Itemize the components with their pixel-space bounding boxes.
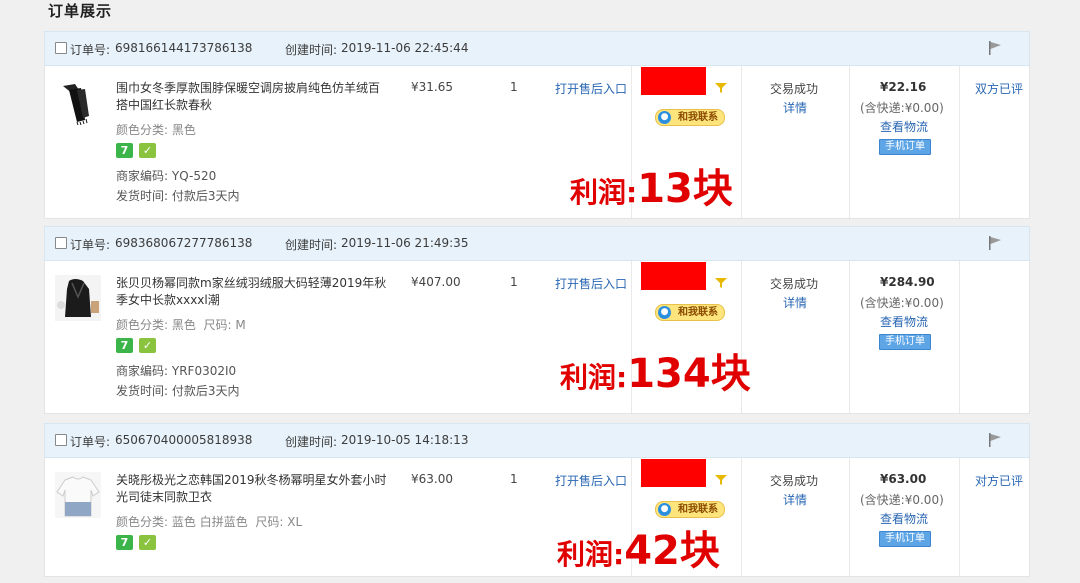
- seven-day-return-icon: 7: [116, 338, 133, 353]
- created-time-label: 创建时间:: [285, 43, 338, 57]
- order-number: 698368067277786138: [115, 236, 253, 250]
- quantity: 1: [510, 275, 518, 289]
- shipping-fee: (含快递:¥0.00): [860, 296, 944, 310]
- order-body: 关晓彤极光之恋韩国2019秋冬杨幂明星女外套小时光司徒末同款卫衣 颜色分类: 蓝…: [44, 458, 1030, 577]
- color-class: 颜色分类: 黑色 尺码: M: [116, 318, 246, 332]
- down-jacket-thumbnail[interactable]: [55, 275, 101, 321]
- guarantee-icon: ✓: [139, 338, 156, 353]
- after-sale-link[interactable]: 打开售后入口: [555, 80, 627, 97]
- merchant-code: 商家编码: YRF0302I0: [116, 364, 237, 378]
- order-header: 订单号: 650670400005818938 创建时间: 2019-10-05…: [44, 423, 1030, 458]
- after-sale-link[interactable]: 打开售后入口: [555, 472, 627, 489]
- ship-time: 发货时间: 付款后3天内: [116, 189, 240, 203]
- view-logistics-link[interactable]: 查看物流: [880, 313, 928, 330]
- mobile-order-button[interactable]: 手机订单: [879, 334, 931, 350]
- color-class: 颜色分类: 蓝色 白拼蓝色 尺码: XL: [116, 515, 303, 529]
- trade-status: 交易成功: [770, 82, 819, 96]
- detail-link[interactable]: 详情: [783, 99, 807, 116]
- redacted-box: [641, 262, 706, 290]
- profit-value: 42块: [624, 528, 720, 574]
- ship-time: 发货时间: 付款后3天内: [116, 384, 240, 398]
- created-time-label: 创建时间:: [285, 238, 338, 252]
- quantity: 1: [510, 80, 518, 94]
- product-title[interactable]: 围巾女冬季厚款围脖保暖空调房披肩纯色仿羊绒百搭中国红长款春秋: [116, 80, 391, 114]
- unit-price: ¥31.65: [411, 80, 453, 94]
- detail-link[interactable]: 详情: [783, 294, 807, 311]
- chat-icon: ●: [658, 503, 671, 516]
- sweatshirt-thumbnail[interactable]: [55, 472, 101, 518]
- chat-icon: ●: [658, 306, 671, 319]
- profit-label: 利润:: [560, 361, 628, 394]
- page-title: 订单展示: [48, 2, 113, 20]
- product-title[interactable]: 关晓彤极光之恋韩国2019秋冬杨幂明星女外套小时光司徒末同款卫衣: [116, 472, 391, 506]
- unit-price: ¥63.00: [411, 472, 453, 486]
- profit-value: 134块: [627, 351, 751, 397]
- filter-icon[interactable]: [715, 82, 727, 94]
- trade-status: 交易成功: [770, 474, 819, 488]
- unit-price: ¥407.00: [411, 275, 461, 289]
- review-status-link[interactable]: 双方已评: [975, 80, 1023, 97]
- seven-day-return-icon: 7: [116, 143, 133, 158]
- contact-me-button[interactable]: ● 和我联系: [655, 304, 725, 321]
- created-time: 2019-11-06 21:49:35: [341, 236, 469, 250]
- mobile-order-button[interactable]: 手机订单: [879, 139, 931, 155]
- redacted-box: [641, 67, 706, 95]
- color-class: 颜色分类: 黑色: [116, 123, 196, 137]
- quantity: 1: [510, 472, 518, 486]
- chat-icon: ●: [658, 111, 671, 124]
- review-status-link[interactable]: 对方已评: [975, 472, 1023, 489]
- order-number: 698166144173786138: [115, 41, 253, 55]
- order-number: 650670400005818938: [115, 433, 253, 447]
- order-header: 订单号: 698368067277786138 创建时间: 2019-11-06…: [44, 226, 1030, 261]
- shipping-fee: (含快递:¥0.00): [860, 493, 944, 507]
- order-body: 张贝贝杨幂同款m家丝绒羽绒服大码轻薄2019年秋季女中长款xxxxl潮 颜色分类…: [44, 261, 1030, 414]
- order-no-label: 订单号:: [70, 43, 111, 57]
- order-checkbox[interactable]: [55, 237, 67, 249]
- view-logistics-link[interactable]: 查看物流: [880, 118, 928, 135]
- filter-icon[interactable]: [715, 277, 727, 289]
- order-header: 订单号: 698166144173786138 创建时间: 2019-11-06…: [44, 31, 1030, 66]
- detail-link[interactable]: 详情: [783, 491, 807, 508]
- order-card: 订单号: 698368067277786138 创建时间: 2019-11-06…: [44, 226, 1030, 414]
- filter-icon[interactable]: [715, 474, 727, 486]
- contact-me-button[interactable]: ● 和我联系: [655, 109, 725, 126]
- flag-icon[interactable]: [987, 432, 1003, 448]
- order-card: 订单号: 698166144173786138 创建时间: 2019-11-06…: [44, 31, 1030, 219]
- shipping-fee: (含快递:¥0.00): [860, 101, 944, 115]
- profit-annotation: 利润:13块: [570, 156, 733, 214]
- profit-label: 利润:: [557, 538, 625, 571]
- flag-icon[interactable]: [987, 40, 1003, 56]
- guarantee-icon: ✓: [139, 535, 156, 550]
- seven-day-return-icon: 7: [116, 535, 133, 550]
- created-time: 2019-10-05 14:18:13: [341, 433, 469, 447]
- order-card: 订单号: 650670400005818938 创建时间: 2019-10-05…: [44, 423, 1030, 577]
- guarantee-icon: ✓: [139, 143, 156, 158]
- redacted-box: [641, 459, 706, 487]
- scarf-thumbnail[interactable]: [55, 80, 101, 126]
- order-total: ¥22.16: [880, 80, 927, 94]
- mobile-order-button[interactable]: 手机订单: [879, 531, 931, 547]
- after-sale-link[interactable]: 打开售后入口: [555, 275, 627, 292]
- flag-icon[interactable]: [987, 235, 1003, 251]
- profit-label: 利润:: [570, 176, 638, 209]
- profit-annotation: 利润:42块: [557, 518, 720, 576]
- profit-annotation: 利润:134块: [560, 341, 751, 399]
- created-time-label: 创建时间:: [285, 435, 338, 449]
- product-title[interactable]: 张贝贝杨幂同款m家丝绒羽绒服大码轻薄2019年秋季女中长款xxxxl潮: [116, 275, 391, 309]
- trade-status: 交易成功: [770, 277, 819, 291]
- contact-me-button[interactable]: ● 和我联系: [655, 501, 725, 518]
- created-time: 2019-11-06 22:45:44: [341, 41, 469, 55]
- order-no-label: 订单号:: [70, 238, 111, 252]
- merchant-code: 商家编码: YQ-520: [116, 169, 217, 183]
- order-no-label: 订单号:: [70, 435, 111, 449]
- view-logistics-link[interactable]: 查看物流: [880, 510, 928, 527]
- profit-value: 13块: [637, 166, 733, 212]
- order-total: ¥284.90: [880, 275, 935, 289]
- order-body: 围巾女冬季厚款围脖保暖空调房披肩纯色仿羊绒百搭中国红长款春秋 颜色分类: 黑色 …: [44, 66, 1030, 219]
- order-checkbox[interactable]: [55, 42, 67, 54]
- order-checkbox[interactable]: [55, 434, 67, 446]
- order-total: ¥63.00: [880, 472, 927, 486]
